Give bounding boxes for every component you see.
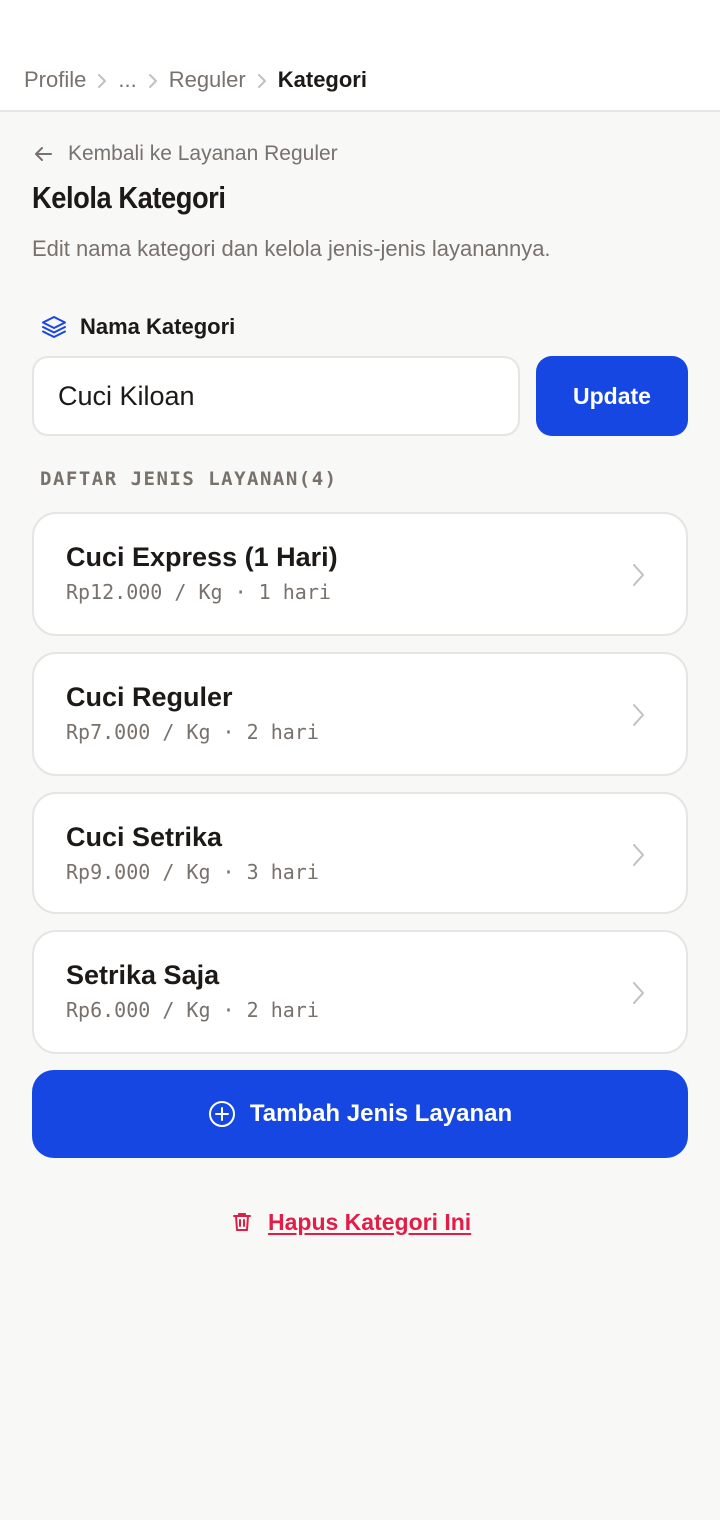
- service-card[interactable]: Cuci Reguler Rp7.000 / Kg · 2 hari: [32, 652, 688, 776]
- breadcrumb-item-ellipsis[interactable]: ...: [118, 67, 136, 93]
- category-name-input[interactable]: [32, 356, 520, 436]
- breadcrumb: Profile ... Reguler Kategori: [24, 64, 367, 96]
- breadcrumb-item-reguler[interactable]: Reguler: [169, 67, 246, 93]
- arrow-left-icon: [32, 143, 54, 165]
- service-card[interactable]: Setrika Saja Rp6.000 / Kg · 2 hari: [32, 930, 688, 1054]
- back-link[interactable]: Kembali ke Layanan Reguler: [32, 140, 338, 168]
- service-name: Cuci Setrika: [66, 822, 223, 852]
- chevron-right-icon: [630, 842, 646, 868]
- service-meta: Rp6.000 / Kg · 2 hari: [66, 998, 319, 1022]
- service-card[interactable]: Cuci Express (1 Hari) Rp12.000 / Kg · 1 …: [32, 512, 688, 636]
- plus-circle-icon: [208, 1100, 236, 1128]
- delete-category-link[interactable]: Hapus Kategori Ini: [230, 1206, 471, 1238]
- chevron-right-icon: [630, 980, 646, 1006]
- chevron-right-icon: [137, 67, 169, 93]
- delete-category-label: Hapus Kategori Ini: [268, 1208, 472, 1235]
- service-card[interactable]: Cuci Setrika Rp9.000 / Kg · 3 hari: [32, 792, 688, 914]
- trash-icon: [230, 1210, 254, 1234]
- add-service-type-button[interactable]: Tambah Jenis Layanan: [32, 1070, 688, 1158]
- layers-icon: [40, 313, 68, 341]
- service-list: Cuci Express (1 Hari) Rp12.000 / Kg · 1 …: [32, 512, 688, 1070]
- service-meta: Rp9.000 / Kg · 3 hari: [66, 860, 319, 884]
- service-meta: Rp7.000 / Kg · 2 hari: [66, 720, 319, 744]
- chevron-right-icon: [630, 702, 646, 728]
- service-name: Setrika Saja: [66, 960, 220, 990]
- category-name-label-text: Nama Kategori: [80, 314, 236, 339]
- add-service-type-label: Tambah Jenis Layanan: [249, 1100, 513, 1127]
- back-link-label: Kembali ke Layanan Reguler: [68, 142, 338, 165]
- category-name-label: Nama Kategori: [40, 312, 235, 342]
- page-title: Kelola Kategori: [32, 180, 226, 215]
- breadcrumb-item-profile[interactable]: Profile: [24, 67, 86, 93]
- service-name: Cuci Express (1 Hari): [66, 542, 338, 572]
- breadcrumb-item-kategori: Kategori: [277, 67, 367, 92]
- top-bar: Profile ... Reguler Kategori: [0, 0, 720, 112]
- chevron-right-icon: [246, 67, 278, 93]
- service-name: Cuci Reguler: [66, 682, 233, 712]
- chevron-right-icon: [86, 67, 118, 93]
- chevron-right-icon: [630, 562, 646, 588]
- update-button[interactable]: Update: [536, 356, 688, 436]
- page-subtitle: Edit nama kategori dan kelola jenis-jeni…: [32, 236, 551, 261]
- service-list-heading: DAFTAR JENIS LAYANAN(4): [40, 468, 338, 490]
- service-meta: Rp12.000 / Kg · 1 hari: [66, 580, 331, 604]
